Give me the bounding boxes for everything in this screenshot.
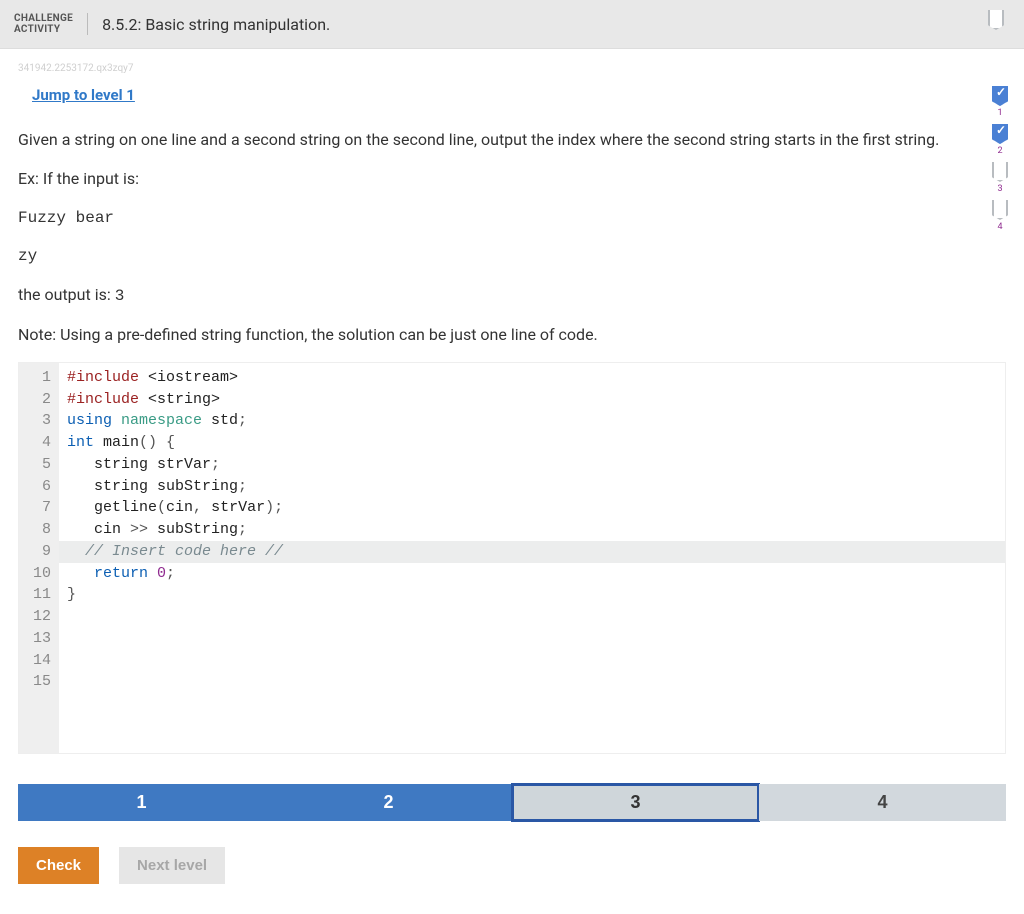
line-number: 5 <box>27 454 51 476</box>
level-tab-3[interactable]: 3 <box>512 784 759 821</box>
side-step-label: 2 <box>997 146 1002 156</box>
side-step-label: 1 <box>997 108 1002 118</box>
level-tabs: 1 2 3 4 <box>18 784 1006 821</box>
line-number: 9 <box>27 541 51 563</box>
problem-p3: the output is: 3 <box>18 283 958 309</box>
line-number-gutter: 1 2 3 4 5 6 7 8 9 10 11 12 13 14 15 <box>19 363 59 753</box>
problem-statement: Given a string on one line and a second … <box>18 128 958 348</box>
challenge-label-line1: CHALLENGE <box>14 13 73 24</box>
meta-id: 341942.2253172.qx3zqy7 <box>18 63 1006 74</box>
challenge-label: CHALLENGE ACTIVITY <box>14 13 88 35</box>
line-number: 10 <box>27 563 51 585</box>
code-line-5: int main() { <box>67 432 1005 454</box>
check-icon <box>992 124 1008 144</box>
challenge-header: CHALLENGE ACTIVITY 8.5.2: Basic string m… <box>0 0 1024 49</box>
code-line-10: cin >> subString; <box>67 519 1005 541</box>
sample-input-1: Fuzzy bear <box>18 206 958 231</box>
activity-title: 8.5.2: Basic string manipulation. <box>102 15 988 34</box>
empty-shield-icon <box>992 162 1008 182</box>
code-line-12: // Insert code here // <box>59 541 1005 563</box>
level-tab-2[interactable]: 2 <box>265 784 512 821</box>
code-line-1: #include <iostream> <box>67 367 1005 389</box>
check-icon <box>992 86 1008 106</box>
side-step-4[interactable]: 4 <box>992 200 1008 232</box>
code-area[interactable]: #include <iostream> #include <string> us… <box>59 363 1005 753</box>
check-button[interactable]: Check <box>18 847 99 884</box>
problem-p2: Ex: If the input is: <box>18 167 958 192</box>
code-editor[interactable]: 1 2 3 4 5 6 7 8 9 10 11 12 13 14 15 #inc… <box>18 362 1006 754</box>
line-number: 14 <box>27 650 51 672</box>
line-number: 4 <box>27 432 51 454</box>
challenge-label-line2: ACTIVITY <box>14 24 73 35</box>
next-level-button[interactable]: Next level <box>119 847 225 884</box>
line-number: 1 <box>27 367 51 389</box>
line-number: 11 <box>27 584 51 606</box>
line-number: 15 <box>27 671 51 693</box>
code-line-9: getline(cin, strVar); <box>67 497 1005 519</box>
line-number: 8 <box>27 519 51 541</box>
line-number: 12 <box>27 606 51 628</box>
code-line-6: string strVar; <box>67 454 1005 476</box>
empty-shield-icon <box>992 200 1008 220</box>
action-buttons: Check Next level <box>18 847 1006 884</box>
problem-p1: Given a string on one line and a second … <box>18 128 958 153</box>
code-line-2: #include <string> <box>67 389 1005 411</box>
problem-p3-value: 3 <box>115 287 125 305</box>
code-line-7: string subString; <box>67 476 1005 498</box>
problem-p3-prefix: the output is: <box>18 285 115 304</box>
level-tab-4[interactable]: 4 <box>759 784 1006 821</box>
side-step-3[interactable]: 3 <box>992 162 1008 194</box>
side-step-2[interactable]: 2 <box>992 124 1008 156</box>
line-number: 7 <box>27 497 51 519</box>
side-step-label: 4 <box>997 222 1002 232</box>
problem-p4: Note: Using a pre-defined string functio… <box>18 323 958 348</box>
side-progress: 1 2 3 4 <box>992 86 1008 232</box>
line-number: 2 <box>27 389 51 411</box>
sample-input-2: zy <box>18 244 958 269</box>
jump-to-level-link[interactable]: Jump to level 1 <box>32 86 135 104</box>
line-number: 3 <box>27 410 51 432</box>
level-tab-1[interactable]: 1 <box>18 784 265 821</box>
line-number: 6 <box>27 476 51 498</box>
line-number: 13 <box>27 628 51 650</box>
code-line-14: return 0; <box>67 563 1005 585</box>
bookmark-icon[interactable] <box>988 10 1010 38</box>
code-line-15: } <box>67 584 1005 606</box>
side-step-1[interactable]: 1 <box>992 86 1008 118</box>
code-line-3: using namespace std; <box>67 410 1005 432</box>
side-step-label: 3 <box>997 184 1002 194</box>
